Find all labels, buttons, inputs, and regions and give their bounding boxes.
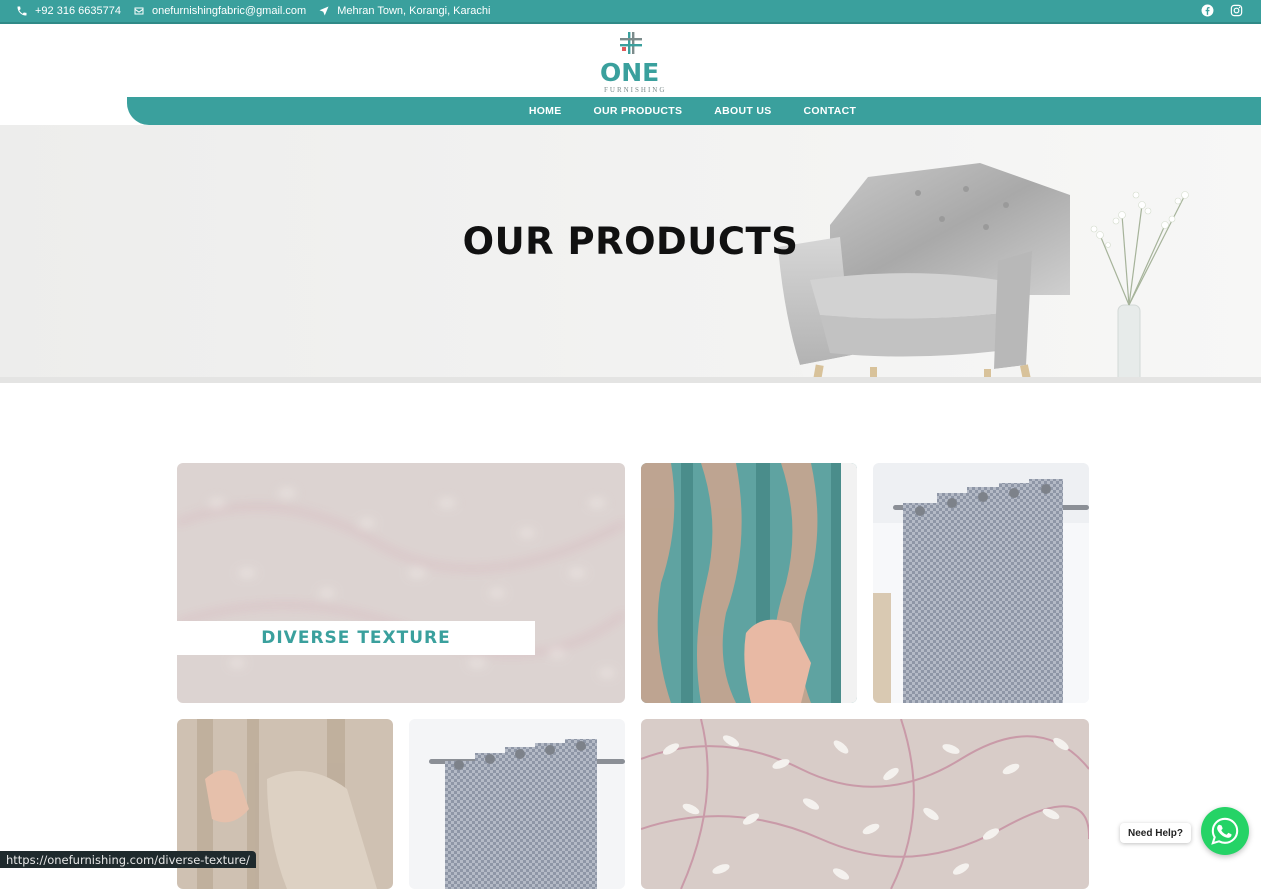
status-bar-url: https://onefurnishing.com/diverse-textur… (0, 851, 256, 868)
site-header: ONE FURNISHING (0, 24, 1261, 97)
logo-subtitle: FURNISHING (604, 86, 667, 94)
logo-wordmark: ONE (600, 58, 660, 87)
product-tile-damask-curtain[interactable] (641, 463, 857, 703)
email-address: onefurnishingfabric@gmail.com (151, 5, 307, 17)
damask-curtain-image (641, 463, 857, 703)
email-icon (134, 7, 144, 15)
location-icon (319, 6, 329, 16)
grey-curtain-image (873, 463, 1089, 703)
floral-fabric-2-image (641, 719, 1089, 889)
armchair-illustration (778, 163, 1189, 383)
phone-icon (17, 6, 27, 16)
hero-banner: OUR PRODUCTS (0, 125, 1261, 383)
product-tile-grey-curtain-2[interactable] (409, 719, 625, 889)
nav-contact[interactable]: CONTACT (804, 105, 857, 117)
whatsapp-icon (1211, 817, 1239, 845)
site-logo[interactable]: ONE FURNISHING (598, 32, 668, 94)
grey-curtain-2-image (409, 719, 625, 889)
nav-about-us[interactable]: ABOUT US (714, 105, 771, 117)
nav-our-products[interactable]: OUR PRODUCTS (594, 105, 683, 117)
product-tile-label: DIVERSE TEXTURE (177, 621, 535, 655)
instagram-icon[interactable] (1230, 4, 1243, 17)
phone-number: +92 316 6635774 (35, 5, 121, 17)
need-help-label[interactable]: Need Help? (1120, 823, 1192, 843)
floral-fabric-image (177, 463, 625, 703)
phone-contact[interactable]: +92 316 6635774 (16, 5, 121, 17)
main-navigation: HOME OUR PRODUCTS ABOUT US CONTACT (127, 97, 1261, 125)
product-tile-grey-grommet-curtain[interactable] (873, 463, 1089, 703)
product-tile-diverse-texture[interactable] (177, 463, 625, 703)
product-tile-floral-fabric[interactable] (641, 719, 1089, 889)
logo-mark-icon (620, 32, 642, 54)
nav-home[interactable]: HOME (529, 105, 562, 117)
email-contact[interactable]: onefurnishingfabric@gmail.com (133, 5, 306, 17)
address-contact[interactable]: Mehran Town, Korangi, Karachi (318, 5, 490, 17)
address-text: Mehran Town, Korangi, Karachi (337, 5, 491, 17)
whatsapp-button[interactable] (1201, 807, 1249, 855)
social-links (1201, 4, 1243, 17)
hero-floor (0, 377, 1261, 383)
page-title: OUR PRODUCTS (462, 220, 799, 263)
top-contact-bar: +92 316 6635774 onefurnishingfabric@gmai… (0, 0, 1261, 22)
facebook-icon[interactable] (1201, 4, 1214, 17)
